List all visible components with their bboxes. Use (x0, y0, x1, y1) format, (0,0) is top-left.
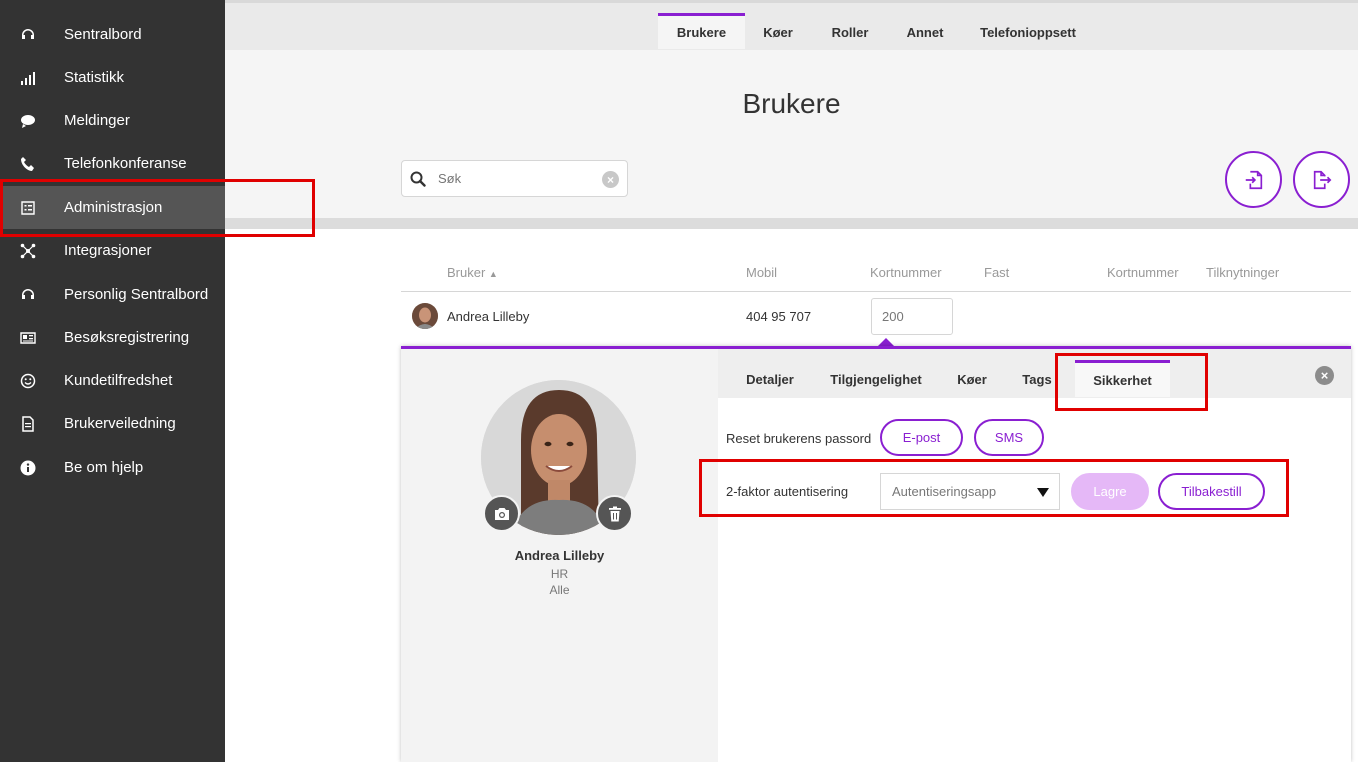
tab-tags[interactable]: Tags (1014, 361, 1060, 398)
panel-caret (878, 338, 894, 346)
sidebar-item-brukerveiledning[interactable]: Brukerveiledning (0, 402, 225, 445)
detail-tab-bar: Detaljer Tilgjengelighet Køer Tags Sikke… (718, 349, 1351, 398)
id-card-icon (0, 330, 64, 346)
column-header-tilknytninger: Tilknytninger (1206, 265, 1280, 280)
column-header-kortnummer-fast: Kortnummer (1107, 265, 1179, 280)
twofa-label: 2-faktor autentisering (726, 484, 849, 499)
sidebar-item-label: Statistikk (64, 69, 125, 86)
sidebar-item-label: Sentralbord (64, 26, 142, 43)
camera-icon (494, 507, 509, 520)
trash-icon (608, 506, 621, 521)
sidebar-item-label: Meldinger (64, 112, 130, 129)
sidebar-item-integrasjoner[interactable]: Integrasjoner (0, 229, 225, 272)
sidebar-item-telefonkonferanse[interactable]: Telefonkonferanse (0, 142, 225, 185)
sidebar-item-label: Kundetilfredshet (64, 372, 173, 389)
tab-tilgjengelighet[interactable]: Tilgjengelighet (826, 361, 926, 398)
sidebar-item-be-om-hjelp[interactable]: Be om hjelp (0, 446, 225, 489)
sidebar-item-sentralbord[interactable]: Sentralbord (0, 13, 225, 56)
export-button[interactable] (1293, 151, 1350, 208)
tab-brukere[interactable]: Brukere (658, 13, 745, 49)
profile-department: HR (550, 567, 569, 581)
reset-twofa-button[interactable]: Tilbakestill (1158, 473, 1265, 510)
sidebar-item-label: Personlig Sentralbord (64, 286, 209, 303)
bar-chart-icon (0, 70, 64, 86)
reset-email-button[interactable]: E-post (880, 419, 963, 456)
tab-roller[interactable]: Roller (821, 14, 879, 50)
clear-search-icon[interactable]: × (602, 171, 619, 188)
search-input[interactable] (438, 171, 598, 186)
tab-sikkerhet[interactable]: Sikkerhet (1075, 360, 1170, 397)
import-icon (1245, 170, 1262, 189)
headset-icon (0, 287, 64, 303)
close-panel-icon[interactable]: × (1315, 366, 1334, 385)
sidebar-item-meldinger[interactable]: Meldinger (0, 99, 225, 142)
sidebar-item-label: Brukerveiledning (64, 415, 176, 432)
import-button[interactable] (1225, 151, 1282, 208)
sidebar-item-besoksregistrering[interactable]: Besøksregistrering (0, 316, 225, 359)
profile-column: Andrea Lilleby HR Alle (401, 349, 718, 762)
sidebar-item-label: Integrasjoner (64, 242, 152, 259)
profile-group: Alle (549, 583, 570, 597)
column-header-mobil: Mobil (746, 265, 778, 280)
column-header-kortnummer: Kortnummer (870, 265, 942, 280)
admin-checklist-icon (0, 200, 64, 216)
upload-photo-button[interactable] (483, 495, 520, 532)
section-divider (225, 218, 1358, 229)
smiley-icon (0, 373, 64, 389)
sidebar-item-label: Besøksregistrering (64, 329, 190, 346)
info-icon (0, 460, 64, 476)
sidebar-item-label: Administrasjon (64, 199, 163, 216)
tab-koer[interactable]: Køer (751, 14, 805, 50)
top-tab-bar: Brukere Køer Roller Annet Telefonioppset… (225, 3, 1358, 50)
sidebar-item-kundetilfredshet[interactable]: Kundetilfredshet (0, 359, 225, 402)
save-button[interactable]: Lagre (1071, 473, 1149, 510)
tab-detaljer[interactable]: Detaljer (738, 361, 802, 398)
chat-bubble-icon (0, 113, 64, 129)
reset-password-label: Reset brukerens passord (726, 431, 872, 446)
sidebar-item-statistikk[interactable]: Statistikk (0, 56, 225, 99)
reset-sms-button[interactable]: SMS (974, 419, 1044, 456)
table-row-mobile: 404 95 707 (746, 309, 812, 324)
tab-annet[interactable]: Annet (897, 14, 953, 50)
avatar (412, 303, 438, 329)
dropdown-arrow-icon (1037, 488, 1049, 497)
export-icon (1313, 170, 1331, 189)
table-row-name[interactable]: Andrea Lilleby (447, 309, 529, 324)
table-header-divider (401, 291, 1351, 292)
search-icon (402, 171, 434, 187)
profile-name: Andrea Lilleby (514, 548, 605, 563)
document-icon (0, 415, 64, 432)
headset-icon (0, 27, 64, 43)
user-detail-panel: Andrea Lilleby HR Alle Detaljer Tilgjeng… (401, 346, 1351, 762)
page-title: Brukere (742, 88, 841, 119)
column-header-bruker[interactable]: Bruker ▲ (447, 265, 498, 280)
search-box[interactable]: × (401, 160, 628, 197)
tab-telefonioppsett[interactable]: Telefonioppsett (973, 14, 1083, 50)
main-area: Brukere Køer Roller Annet Telefonioppset… (225, 0, 1358, 762)
short-number-field[interactable]: 200 (871, 298, 953, 335)
twofa-selected-value: Autentiseringsapp (892, 484, 997, 499)
sidebar-item-personlig-sentralbord[interactable]: Personlig Sentralbord (0, 273, 225, 316)
sidebar-item-administrasjon[interactable]: Administrasjon (0, 186, 225, 229)
tab-koer-detail[interactable]: Køer (948, 361, 996, 398)
twofa-select[interactable]: Autentiseringsapp (880, 473, 1060, 510)
delete-photo-button[interactable] (596, 495, 633, 532)
sort-asc-icon: ▲ (488, 269, 498, 279)
sidebar: Sentralbord Statistikk Meldinger Telefon… (0, 0, 225, 762)
sidebar-item-label: Be om hjelp (64, 459, 144, 476)
phone-icon (0, 156, 64, 172)
integrations-icon (0, 243, 64, 259)
column-header-fast: Fast (984, 265, 1010, 280)
sidebar-item-label: Telefonkonferanse (64, 155, 187, 172)
